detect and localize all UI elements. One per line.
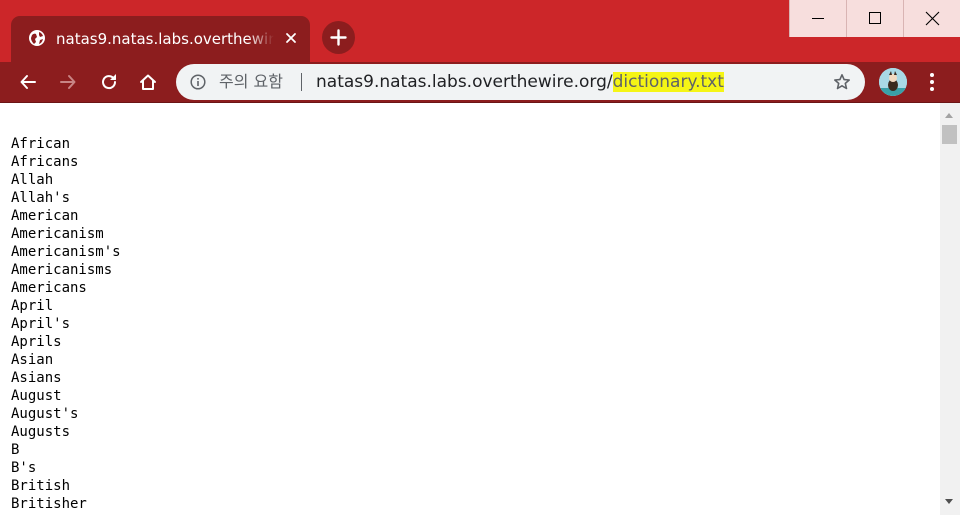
forward-button[interactable] (54, 68, 82, 96)
tab-title: natas9.natas.labs.overthewire.org/dictio… (56, 30, 274, 48)
word-line: Africans (11, 154, 79, 170)
word-line: Britisher (11, 496, 87, 512)
word-line: American (11, 208, 79, 224)
word-line: Augusts (11, 424, 71, 440)
home-button[interactable] (134, 68, 162, 96)
url-path-highlighted: dictionary.txt (612, 72, 724, 92)
reload-button[interactable] (95, 68, 123, 96)
word-line: Allah's (11, 190, 71, 206)
minimize-button[interactable] (789, 0, 846, 37)
word-line: Asians (11, 370, 62, 386)
word-line: April's (11, 316, 71, 332)
globe-icon (29, 30, 45, 46)
word-line: August's (11, 406, 79, 422)
word-line: British (11, 478, 71, 494)
avatar-icon (879, 68, 907, 96)
word-line: Aprils (11, 334, 62, 350)
home-icon (140, 74, 156, 90)
kebab-menu-icon[interactable] (924, 70, 940, 94)
back-button[interactable] (14, 68, 42, 96)
word-line: April (11, 298, 54, 314)
word-line: Allah (11, 172, 54, 188)
dictionary-word-list: African Africans Allah Allah's American … (11, 135, 121, 513)
word-line: Americanisms (11, 262, 113, 278)
vertical-scrollbar[interactable] (940, 103, 958, 515)
forward-arrow-icon (60, 75, 76, 89)
word-line: Americans (11, 280, 87, 296)
url-host: natas9.natas.labs.overthewire.org/ (316, 72, 613, 92)
tab-close-button[interactable] (282, 29, 300, 47)
browser-toolbar: 주의 요함 natas9.natas.labs.overthewire.org/… (0, 62, 960, 102)
word-line: Asian (11, 352, 54, 368)
security-status-label[interactable]: 주의 요함 (219, 72, 283, 92)
reload-icon (102, 74, 117, 90)
title-bar: natas9.natas.labs.overthewire.org/dictio… (0, 0, 960, 62)
word-line: August (11, 388, 62, 404)
profile-avatar[interactable] (879, 68, 907, 96)
divider (301, 73, 302, 91)
scrollbar-thumb[interactable] (942, 125, 957, 144)
close-icon (925, 11, 940, 26)
scroll-up-arrow-icon[interactable] (945, 112, 953, 118)
url-text[interactable]: natas9.natas.labs.overthewire.org/dictio… (316, 72, 724, 92)
maximize-icon (869, 12, 881, 24)
close-icon (286, 33, 296, 43)
new-tab-button[interactable] (322, 21, 355, 54)
word-line: African (11, 136, 71, 152)
back-arrow-icon (20, 75, 36, 89)
bookmark-star-icon[interactable] (833, 73, 851, 91)
address-bar[interactable]: 주의 요함 natas9.natas.labs.overthewire.org/… (176, 64, 865, 100)
window-close-button[interactable] (903, 0, 960, 37)
word-line: Americanism's (11, 244, 121, 260)
maximize-button[interactable] (846, 0, 903, 37)
scroll-down-arrow-icon[interactable] (945, 499, 953, 505)
minimize-icon (812, 18, 824, 19)
word-line: Americanism (11, 226, 104, 242)
word-line: B (11, 442, 20, 458)
page-content: African Africans Allah Allah's American … (0, 103, 940, 515)
tab-active[interactable]: natas9.natas.labs.overthewire.org/dictio… (11, 16, 310, 62)
info-icon[interactable] (190, 74, 206, 90)
plus-icon (330, 29, 347, 46)
word-line: B's (11, 460, 37, 476)
